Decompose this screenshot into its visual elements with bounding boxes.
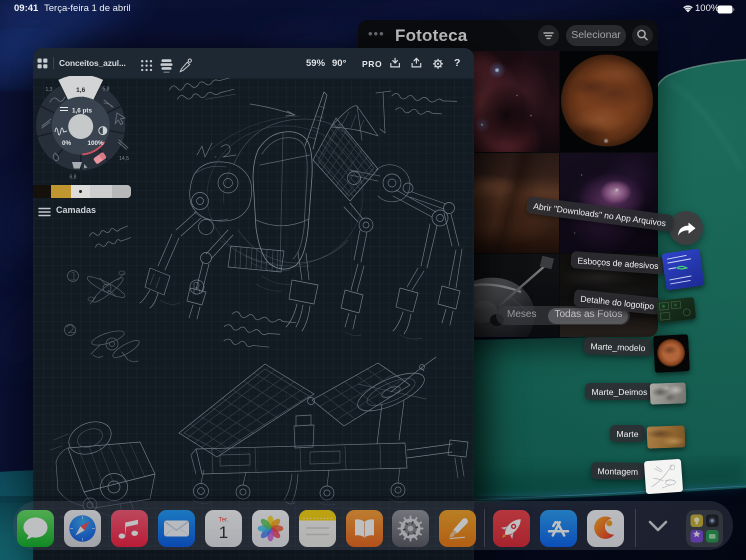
svg-text:1: 1 [219, 523, 228, 542]
svg-text:1,6 pts: 1,6 pts [72, 108, 92, 115]
svg-text:5,8: 5,8 [103, 87, 110, 93]
svg-text:0%: 0% [62, 140, 72, 147]
svg-text:6,8: 6,8 [70, 175, 77, 181]
svg-text:14,5: 14,5 [119, 156, 129, 162]
svg-text:1,6: 1,6 [76, 87, 85, 94]
svg-text:100%: 100% [88, 140, 105, 147]
svg-text:1,3: 1,3 [46, 87, 53, 93]
